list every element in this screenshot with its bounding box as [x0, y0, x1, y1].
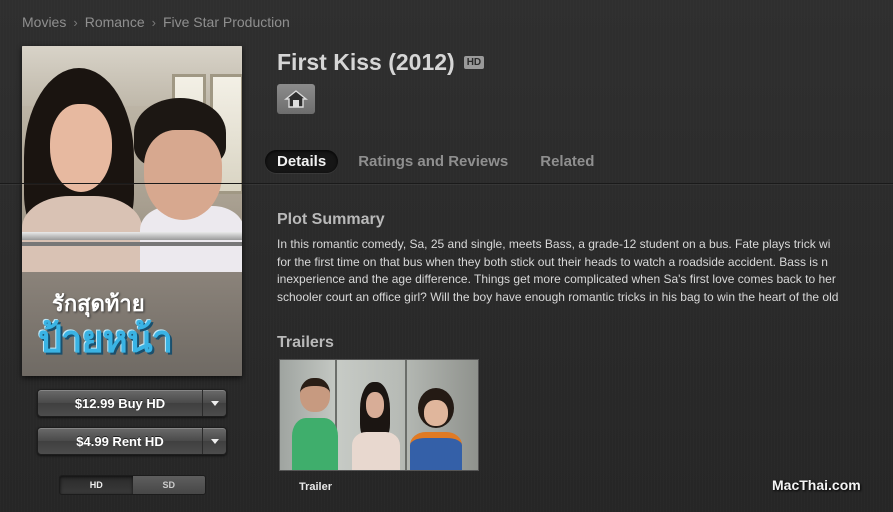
breadcrumb: Movies › Romance › Five Star Production: [22, 14, 290, 30]
buy-hd-label[interactable]: $12.99 Buy HD: [38, 390, 202, 416]
format-toggle[interactable]: HD SD: [59, 475, 206, 495]
tab-details[interactable]: Details: [265, 150, 339, 173]
trailer-label[interactable]: Trailer: [279, 481, 352, 493]
breadcrumb-romance[interactable]: Romance: [85, 14, 145, 30]
chevron-down-icon: [210, 438, 219, 444]
hd-badge: HD: [463, 56, 485, 69]
plot-line: inexperience and the age difference. Thi…: [277, 272, 836, 286]
page-title: First Kiss (2012) HD: [277, 49, 485, 76]
chevron-right-icon: ›: [73, 14, 78, 30]
tab-related[interactable]: Related: [528, 150, 606, 173]
poster-title-line2: ป้ายหน้า: [38, 317, 173, 361]
tab-divider: [0, 183, 893, 184]
buy-options-dropdown[interactable]: [202, 390, 226, 416]
tab-bar: Details Ratings and Reviews Related: [265, 150, 614, 173]
plot-summary-heading: Plot Summary: [277, 211, 385, 228]
breadcrumb-studio[interactable]: Five Star Production: [163, 14, 290, 30]
plot-line: In this romantic comedy, Sa, 25 and sing…: [277, 237, 831, 251]
watermark: MacThai.com: [772, 477, 861, 493]
trailers-heading: Trailers: [277, 334, 334, 351]
plot-line: schooler court an office girl? Will the …: [277, 289, 839, 304]
trailer-thumbnail[interactable]: [279, 359, 479, 471]
rent-hd-label[interactable]: $4.99 Rent HD: [38, 428, 202, 454]
chevron-right-icon: ›: [151, 14, 156, 30]
format-sd-option[interactable]: SD: [132, 476, 205, 494]
format-hd-option[interactable]: HD: [60, 476, 133, 494]
rent-hd-button[interactable]: $4.99 Rent HD: [37, 427, 227, 455]
buy-hd-button[interactable]: $12.99 Buy HD: [37, 389, 227, 417]
plot-summary-text: In this romantic comedy, Sa, 25 and sing…: [277, 236, 893, 308]
chevron-down-icon: [210, 400, 219, 406]
movie-title: First Kiss (2012): [277, 49, 455, 75]
plot-line: for the first time on that bus when they…: [277, 254, 828, 269]
rent-options-dropdown[interactable]: [202, 428, 226, 454]
tab-ratings-reviews[interactable]: Ratings and Reviews: [346, 150, 520, 173]
movie-poster: รักสุดท้าย ป้ายหน้า: [22, 46, 242, 376]
breadcrumb-movies[interactable]: Movies: [22, 14, 66, 30]
content-rating-icon: [277, 84, 315, 114]
